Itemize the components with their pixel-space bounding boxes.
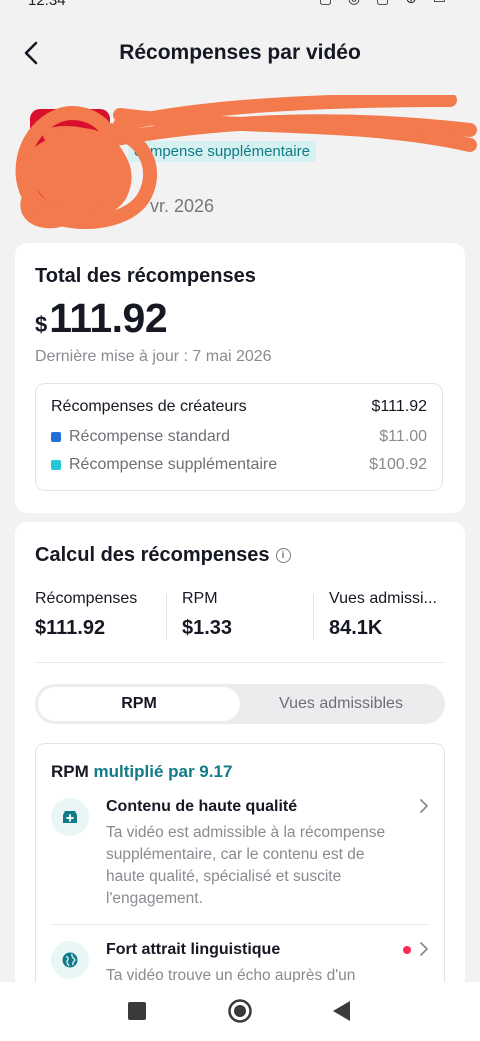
status-icons: ▢ ◎ ▢ ⊕ ▭: [319, 0, 452, 7]
square-icon: [128, 1002, 146, 1020]
breakdown-value: $11.00: [379, 428, 427, 445]
factor-high-quality[interactable]: Contenu de haute qualité Ta vidéo est ad…: [51, 798, 429, 918]
circle-home-icon: [228, 999, 252, 1023]
metric-eligible-views: Vues admissi... 84.1K: [329, 590, 445, 644]
back-nav-button[interactable]: [327, 996, 357, 1026]
calc-title-text: Calcul des récompenses: [35, 544, 270, 566]
breakdown-row-supplementary: Récompense supplémentaire $100.92: [51, 456, 427, 474]
triangle-back-icon: [333, 1001, 350, 1021]
page-title: Récompenses par vidéo: [119, 41, 361, 64]
total-value: 111.92: [49, 295, 168, 341]
factor-divider: [51, 924, 429, 925]
factor-description: Ta vidéo est admissible à la récompense …: [106, 824, 386, 907]
total-rewards-card: Total des récompenses $ 111.92 Dernière …: [15, 243, 465, 513]
metric-rewards: Récompenses $111.92: [35, 590, 165, 644]
video-info: compense supplémentaire vr. 2026: [0, 95, 480, 235]
globe-icon: [51, 941, 89, 979]
tab-eligible-views[interactable]: Vues admissibles: [240, 687, 442, 721]
supplementary-color-dot: [51, 460, 61, 470]
reward-calculation-card: Calcul des récompenses i Récompenses $11…: [15, 522, 465, 992]
metric-value: 84.1K: [329, 617, 383, 639]
calc-title: Calcul des récompenses i: [35, 544, 291, 567]
metrics-row: Récompenses $111.92 RPM $1.33 Vues admis…: [35, 590, 445, 644]
system-nav-bar: [0, 982, 480, 1041]
section-divider: [35, 662, 445, 663]
metric-divider: [313, 594, 314, 640]
factors-multiplier: multiplié par 9.17: [93, 762, 233, 781]
metric-divider: [166, 594, 167, 640]
breakdown-header-value: $111.92: [371, 398, 427, 415]
total-title: Total des récompenses: [35, 265, 256, 287]
tab-switcher: RPM Vues admissibles: [35, 684, 445, 724]
standard-color-dot: [51, 432, 61, 442]
last-updated: Dernière mise à jour : 7 mai 2026: [35, 348, 272, 365]
metric-rpm: RPM $1.33: [182, 590, 312, 644]
breakdown-value: $100.92: [369, 456, 427, 473]
status-bar: 12:34 ▢ ◎ ▢ ⊕ ▭: [0, 0, 480, 10]
status-time: 12:34: [28, 0, 66, 9]
header: Récompenses par vidéo: [0, 30, 480, 78]
breakdown-label: Récompense standard: [69, 428, 230, 445]
chevron-right-icon[interactable]: [419, 941, 429, 957]
rpm-factors: RPM multiplié par 9.17 Contenu de haute …: [35, 743, 445, 992]
factors-heading-prefix: RPM: [51, 762, 89, 781]
total-currency: $: [35, 312, 48, 337]
metric-value: $111.92: [35, 617, 106, 639]
metric-value: $1.33: [182, 617, 233, 639]
rewards-breakdown: Récompenses de créateurs $111.92 Récompe…: [35, 383, 443, 491]
factors-heading: RPM multiplié par 9.17: [51, 762, 232, 782]
metric-label: RPM: [182, 590, 218, 607]
home-button[interactable]: [225, 996, 255, 1026]
breakdown-label: Récompense supplémentaire: [69, 456, 278, 473]
quality-box-icon: [51, 798, 89, 836]
recent-apps-button[interactable]: [122, 996, 152, 1026]
factor-title: Contenu de haute qualité: [106, 798, 298, 815]
breakdown-header: Récompenses de créateurs $111.92: [51, 398, 427, 416]
tab-rpm[interactable]: RPM: [38, 687, 240, 721]
chevron-right-icon[interactable]: [419, 798, 429, 814]
metric-label: Vues admissi...: [329, 590, 437, 607]
redaction-scribble: [15, 95, 477, 229]
total-amount: $ 111.92: [35, 295, 168, 342]
breakdown-row-standard: Récompense standard $11.00: [51, 428, 427, 446]
notification-dot: [403, 946, 411, 954]
info-icon[interactable]: i: [275, 548, 291, 563]
factor-title: Fort attrait linguistique: [106, 941, 281, 958]
breakdown-header-label: Récompenses de créateurs: [51, 398, 247, 415]
metric-label: Récompenses: [35, 590, 138, 607]
